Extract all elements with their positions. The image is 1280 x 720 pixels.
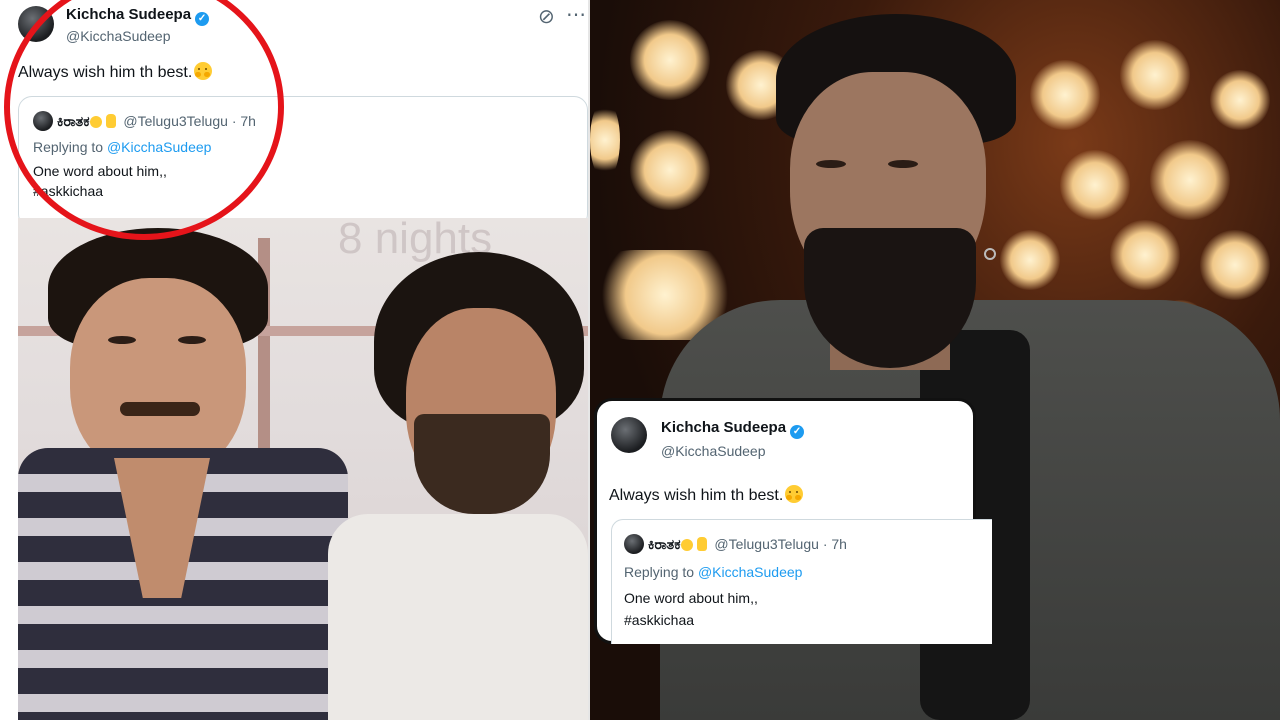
victory-hand-emoji [105, 114, 116, 128]
victory-hand-emoji [696, 537, 707, 551]
hugging-face-emoji [785, 485, 804, 503]
inset-quoted-time: 7h [831, 536, 847, 552]
right-man-beard [414, 414, 550, 514]
verified-badge-icon: ✓ [790, 425, 805, 439]
inset-quoted-separator: · [822, 536, 828, 552]
quoted-tweet[interactable]: ಕಿರಾತಕ @Telugu3Telugu · 7h Replying to @… [18, 96, 588, 228]
author-name[interactable]: Kichcha Sudeepa [66, 6, 191, 23]
bokeh-light [630, 20, 710, 100]
reply-handle-link[interactable]: @KicchaSudeep [107, 139, 212, 155]
bokeh-light [1000, 230, 1060, 290]
left-man-eyes [108, 336, 136, 344]
quoted-author-name: ಕಿರಾತಕ [56, 113, 90, 129]
bokeh-light [1150, 140, 1230, 220]
bokeh-light [630, 130, 710, 210]
right-man-shirt [328, 514, 588, 720]
quoted-text-line1: One word about him,, [33, 163, 167, 179]
inset-author-handle[interactable]: @KicchaSudeep [661, 443, 766, 459]
author-handle[interactable]: @KicchaSudeep [66, 28, 171, 44]
bokeh-light [1110, 220, 1180, 290]
inset-quoted-avatar [624, 534, 644, 554]
more-horizontal-icon[interactable]: ⋯ [566, 2, 586, 27]
left-panel: Kichcha Sudeepa ✓ @KicchaSudeep ⊘ ⋯ Alway… [0, 0, 588, 720]
bokeh-light [1200, 230, 1270, 300]
verified-badge-icon: ✓ [195, 12, 210, 26]
quoted-time: 7h [240, 113, 256, 129]
man-eyes [816, 160, 846, 168]
man-earring [984, 248, 996, 260]
inset-author-avatar[interactable] [611, 417, 647, 453]
tweet-photo[interactable]: 8 nights [18, 218, 588, 720]
inset-replying-to: Replying to @KicchaSudeep [624, 564, 803, 580]
inset-quoted-text-line2: #askkichaa [624, 612, 695, 628]
winking-face-emoji [680, 539, 693, 551]
tweet-header: Kichcha Sudeepa ✓ @KicchaSudeep [18, 4, 578, 48]
author-avatar[interactable] [18, 6, 54, 42]
inset-quoted-author-name: ಕಿರಾತಕ [647, 536, 681, 552]
hugging-face-emoji [194, 62, 213, 80]
grok-icon[interactable]: ⊘ [538, 4, 555, 29]
winking-face-emoji [89, 116, 102, 128]
tweet-text: Always wish him th best. [18, 62, 213, 82]
bokeh-light [1060, 150, 1130, 220]
quoted-author-handle: @Telugu3Telugu [123, 113, 228, 129]
bokeh-light [1210, 70, 1270, 130]
inset-quoted-tweet[interactable]: ಕಿರಾತಕ @Telugu3Telugu · 7h Replying to @… [611, 519, 992, 644]
tweet-inset-card[interactable]: Kichcha Sudeepa ✓ @KicchaSudeep Always wi… [594, 398, 992, 644]
quoted-text-line2: #askkichaa [33, 183, 104, 199]
inset-tweet-text: Always wish him th best. [609, 485, 804, 505]
bokeh-light [1030, 60, 1100, 130]
quoted-avatar [33, 111, 53, 131]
inset-author-name[interactable]: Kichcha Sudeepa [661, 419, 786, 436]
replying-to: Replying to @KicchaSudeep [33, 139, 212, 155]
inset-quoted-text-line1: One word about him,, [624, 590, 758, 606]
inset-quoted-author-handle: @Telugu3Telugu [714, 536, 819, 552]
left-man-moustache [120, 402, 200, 416]
inset-reply-handle-link[interactable]: @KicchaSudeep [698, 564, 803, 580]
bokeh-light [590, 100, 620, 180]
quoted-separator: · [231, 113, 237, 129]
bokeh-light [1120, 40, 1190, 110]
